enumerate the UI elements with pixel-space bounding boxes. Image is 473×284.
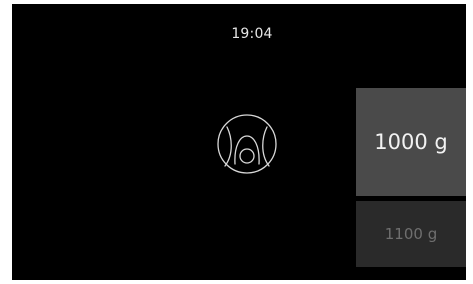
baking-program-icon bbox=[213, 110, 281, 178]
clock-time: 19:04 bbox=[231, 26, 273, 42]
weight-option-next[interactable]: 1100 g bbox=[356, 201, 466, 267]
weight-selector: 1000 g 1100 g bbox=[356, 88, 466, 267]
weight-option-selected[interactable]: 1000 g bbox=[356, 88, 466, 196]
appliance-screen: 19:04 1000 g 1100 g bbox=[12, 4, 466, 280]
